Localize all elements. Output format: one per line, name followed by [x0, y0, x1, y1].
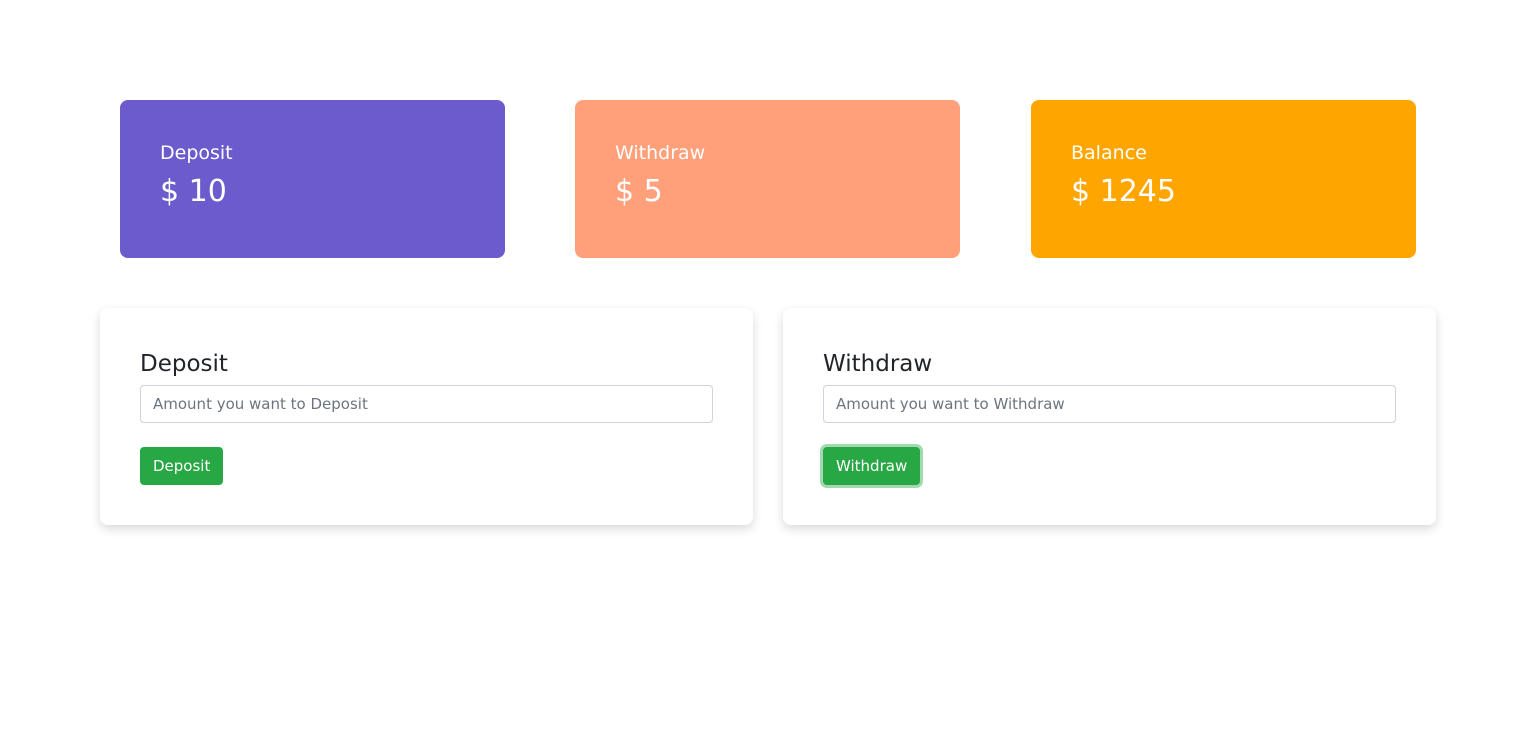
withdraw-amount-input[interactable]	[823, 385, 1396, 423]
balance-summary-label: Balance	[1071, 142, 1147, 164]
withdraw-form-card: Withdraw Withdraw	[783, 308, 1436, 525]
deposit-summary-value: $ 10	[160, 174, 227, 209]
deposit-form-title: Deposit	[140, 351, 228, 377]
withdraw-summary-value: $ 5	[615, 174, 663, 209]
withdraw-summary-label: Withdraw	[615, 142, 706, 164]
deposit-form-card: Deposit Deposit	[100, 308, 753, 525]
deposit-summary-label: Deposit	[160, 142, 233, 164]
withdraw-form-title: Withdraw	[823, 351, 933, 377]
deposit-amount-input[interactable]	[140, 385, 713, 423]
deposit-summary-card: Deposit $ 10	[120, 100, 505, 258]
deposit-button[interactable]: Deposit	[140, 447, 224, 485]
withdraw-summary-card: Withdraw $ 5	[575, 100, 960, 258]
balance-summary-card: Balance $ 1245	[1031, 100, 1416, 258]
balance-summary-value: $ 1245	[1071, 174, 1176, 209]
withdraw-button[interactable]: Withdraw	[823, 447, 921, 485]
